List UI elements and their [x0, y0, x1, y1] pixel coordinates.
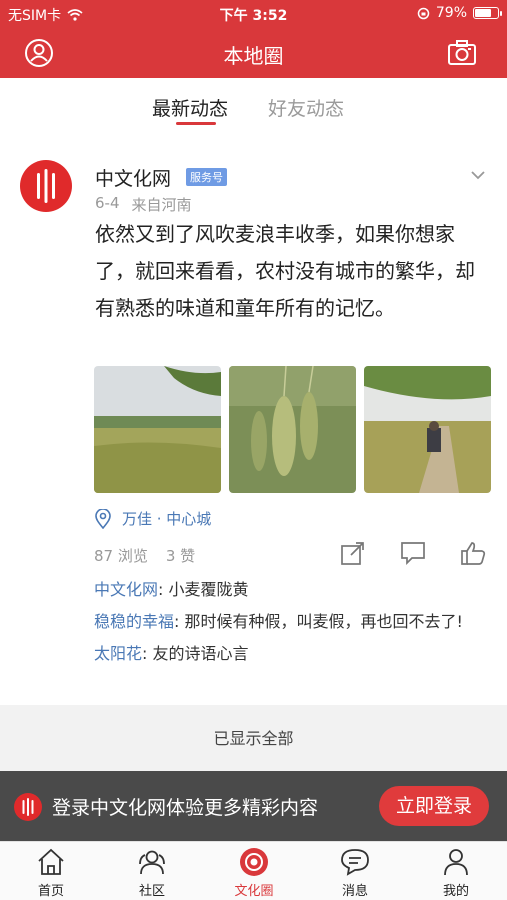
post-source: 来自河南: [131, 196, 192, 214]
tab-messages[interactable]: 消息: [315, 846, 395, 899]
login-prompt: 登录中文化网体验更多精彩内容: [52, 797, 319, 819]
tab-messages-label: 消息: [341, 884, 368, 899]
comment-text: : 友的诗语心言: [142, 644, 249, 663]
status-right: 79%: [417, 5, 502, 21]
brand-logo: [14, 793, 42, 821]
page-title: 本地圈: [223, 44, 284, 68]
user-icon: [444, 849, 468, 876]
status-bar: 无SIM卡 下午 3:52 79%: [0, 0, 507, 28]
tab-mine[interactable]: 我的: [416, 846, 496, 899]
tab-home-label: 首页: [37, 884, 64, 899]
battery-level: [475, 9, 491, 17]
comment-item: 太阳花: 友的诗语心言: [94, 639, 486, 669]
message-icon: [341, 849, 369, 876]
post-location[interactable]: 万佳 · 中心城: [94, 508, 211, 529]
comment-text: : 那时候有种假，叫麦假，再也回不去了!: [174, 612, 463, 631]
active-tab-indicator: [176, 122, 216, 125]
tab-home[interactable]: 首页: [11, 846, 91, 899]
photo-field-path[interactable]: [364, 366, 491, 493]
post-meta: 6-4 来自河南: [95, 194, 192, 215]
brand-logo-icon: [37, 169, 55, 203]
login-button[interactable]: 立即登录: [379, 786, 489, 826]
tab-community-label: 社区: [138, 884, 165, 899]
location-pin-icon: [95, 508, 111, 529]
comment-item: 中文化网: 小麦覆陇黄: [94, 575, 486, 605]
post-date: 6-4: [95, 194, 120, 212]
chevron-down-icon[interactable]: [469, 166, 487, 184]
home-icon: [38, 848, 64, 875]
avatar[interactable]: [20, 160, 72, 212]
comment-icon[interactable]: [400, 540, 426, 566]
service-badge: 服务号: [186, 168, 227, 186]
view-count: 87 浏览: [94, 547, 148, 565]
nav-bar: 本地圈: [0, 28, 507, 78]
comment-user[interactable]: 稳稳的幸福: [94, 612, 174, 631]
comment-user[interactable]: 太阳花: [94, 644, 142, 663]
share-icon[interactable]: [340, 540, 366, 566]
bottom-tab-bar: 首页 社区 文化圈 消息 我的: [0, 841, 507, 900]
feed-tabs: 最新动态 好友动态: [0, 78, 507, 132]
culture-circle-icon: [240, 848, 268, 876]
tab-mine-label: 我的: [442, 884, 469, 899]
like-icon[interactable]: [460, 540, 486, 566]
comment-list: 中文化网: 小麦覆陇黄 稳稳的幸福: 那时候有种假，叫麦假，再也回不去了! 太阳…: [94, 575, 486, 671]
battery-percent: 79%: [435, 5, 467, 21]
show-all-label: 已显示全部: [213, 729, 294, 748]
tab-friends[interactable]: 好友动态: [268, 94, 344, 121]
camera-icon[interactable]: [447, 38, 477, 68]
comment-text: : 小麦覆陇黄: [158, 580, 249, 599]
post-text: 依然又到了风吹麦浪丰收季，如果你想家了，就回来看看，农村没有城市的繁华，却有熟悉…: [95, 222, 475, 320]
post-stats: 87 浏览 3 赞: [94, 545, 195, 566]
tab-culture-circle[interactable]: 文化圈: [214, 846, 294, 899]
tab-culture-circle-label: 文化圈: [234, 884, 274, 899]
post-actions: [340, 540, 486, 566]
brand-logo-icon: [22, 798, 34, 816]
community-icon: [139, 850, 165, 875]
like-count: 3 赞: [165, 547, 196, 565]
photo-wheat-closeup[interactable]: [229, 366, 356, 493]
photo-grid: [94, 366, 491, 493]
battery-icon: [473, 7, 502, 19]
end-of-feed: 已显示全部: [0, 705, 507, 771]
tab-community[interactable]: 社区: [112, 846, 192, 899]
login-banner: 登录中文化网体验更多精彩内容 立即登录: [0, 771, 507, 841]
tab-latest[interactable]: 最新动态: [152, 94, 228, 121]
location-label: 万佳 · 中心城: [122, 510, 212, 528]
rotation-lock-icon: [417, 7, 430, 19]
comment-item: 稳稳的幸福: 那时候有种假，叫麦假，再也回不去了!: [94, 607, 486, 637]
post-author[interactable]: 中文化网: [95, 164, 171, 191]
comment-user[interactable]: 中文化网: [94, 580, 158, 599]
photo-wheat-field[interactable]: [94, 366, 221, 493]
